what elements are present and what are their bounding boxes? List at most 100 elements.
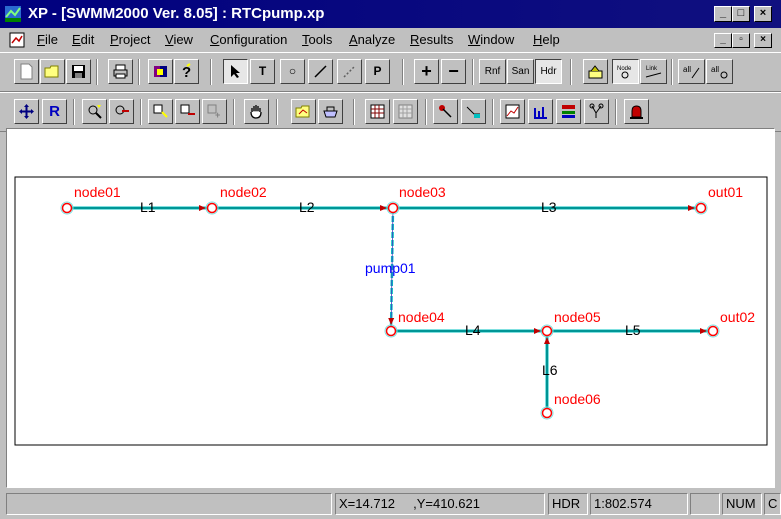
minimize-button[interactable]: _ bbox=[714, 6, 732, 22]
help-button[interactable]: ? bbox=[174, 59, 199, 84]
save-disk-icon bbox=[72, 65, 85, 78]
menu-view[interactable]: View bbox=[165, 32, 193, 47]
node-mode-button[interactable]: Node bbox=[612, 59, 639, 84]
link-label-l5: L5 bbox=[625, 322, 641, 338]
tree-button[interactable] bbox=[584, 99, 609, 124]
select-tool-button[interactable] bbox=[223, 59, 248, 84]
delete-node-button[interactable] bbox=[175, 99, 200, 124]
all-links-button[interactable]: all bbox=[678, 59, 705, 84]
zoom-in-button[interactable]: + bbox=[414, 59, 439, 84]
dashed-line-tool-button[interactable] bbox=[337, 59, 362, 84]
add-node-icon bbox=[153, 104, 168, 118]
tub-button[interactable] bbox=[318, 99, 343, 124]
all-nodes-button[interactable]: all bbox=[706, 59, 733, 84]
status-num: NUM bbox=[722, 493, 762, 515]
link-mode-button[interactable]: Link bbox=[640, 59, 667, 84]
node-node03[interactable] bbox=[387, 202, 399, 214]
network-canvas[interactable]: L1 L2 L3 pump01 L4 L5 L6 node01 node02 node03 out0… bbox=[7, 129, 774, 487]
open-button[interactable] bbox=[40, 59, 65, 84]
flow-arrow-icon bbox=[700, 328, 707, 334]
network-workspace[interactable]: L1 L2 L3 pump01 L4 L5 L6 node01 node02 node03 out0… bbox=[6, 128, 775, 488]
new-button[interactable] bbox=[14, 59, 39, 84]
flow-arrow-icon bbox=[544, 337, 550, 344]
svg-text:Node: Node bbox=[617, 66, 632, 72]
menu-configuration[interactable]: Configuration bbox=[210, 32, 287, 47]
san-mode-button[interactable]: San bbox=[507, 59, 534, 84]
disabled-node-button[interactable]: + bbox=[202, 99, 227, 124]
node-out02[interactable] bbox=[707, 325, 719, 337]
window-title: XP - [SWMM2000 Ver. 8.05] : RTCpump.xp bbox=[28, 5, 325, 22]
maximize-button[interactable]: □ bbox=[732, 6, 750, 22]
node-label-node06: node06 bbox=[554, 391, 601, 407]
rnf-mode-button[interactable]: Rnf bbox=[479, 59, 506, 84]
xp-app-icon bbox=[5, 6, 21, 22]
title-bar[interactable]: XP - [SWMM2000 Ver. 8.05] : RTCpump.xp _… bbox=[0, 0, 781, 28]
line-tool-button[interactable] bbox=[308, 59, 333, 84]
hand-button[interactable] bbox=[244, 99, 269, 124]
zoom-out-button[interactable]: − bbox=[441, 59, 466, 84]
redraw-button[interactable]: R bbox=[42, 99, 67, 124]
text-tool-button[interactable]: T bbox=[250, 59, 275, 84]
zoom-previous-button[interactable] bbox=[109, 99, 134, 124]
layers-button[interactable] bbox=[583, 59, 608, 84]
pan-button[interactable] bbox=[14, 99, 39, 124]
pointer-icon bbox=[439, 105, 452, 118]
menu-project[interactable]: Project bbox=[110, 32, 150, 47]
alarm-button[interactable] bbox=[624, 99, 649, 124]
add-node-button[interactable] bbox=[148, 99, 173, 124]
hydrograph-icon bbox=[534, 107, 547, 119]
status-x: X=14.712 bbox=[339, 496, 396, 511]
save-button[interactable] bbox=[66, 59, 91, 84]
open-graph-icon bbox=[295, 105, 310, 118]
book-button[interactable] bbox=[148, 59, 173, 84]
network-button[interactable] bbox=[556, 99, 581, 124]
document-icon[interactable] bbox=[8, 31, 26, 49]
node-node02[interactable] bbox=[206, 202, 218, 214]
mdi-minimize-button[interactable]: _ bbox=[714, 33, 732, 48]
status-y: ,Y=410.621 bbox=[413, 496, 480, 511]
open-graph-button[interactable] bbox=[291, 99, 316, 124]
dashed-line-icon bbox=[343, 65, 356, 78]
menu-tools[interactable]: Tools bbox=[302, 32, 332, 47]
chart-icon bbox=[505, 104, 520, 119]
hdr-mode-button[interactable]: Hdr bbox=[535, 59, 562, 84]
menu-edit[interactable]: Edit bbox=[72, 32, 94, 47]
print-button[interactable] bbox=[108, 59, 133, 84]
grid-disabled-button[interactable] bbox=[393, 99, 418, 124]
grid-button[interactable] bbox=[365, 99, 390, 124]
node-node05[interactable] bbox=[541, 325, 553, 337]
menu-results[interactable]: Results bbox=[410, 32, 453, 47]
node-label-node04: node04 bbox=[398, 309, 445, 325]
menu-window[interactable]: Window bbox=[468, 32, 514, 47]
layers-icon bbox=[588, 65, 603, 79]
profile-button[interactable] bbox=[461, 99, 486, 124]
toolbar-network: R + bbox=[0, 92, 781, 132]
menu-help[interactable]: Help bbox=[533, 32, 560, 47]
link-label-l6: L6 bbox=[542, 362, 558, 378]
pointer-button[interactable] bbox=[433, 99, 458, 124]
status-blank bbox=[690, 493, 720, 515]
delete-node-icon bbox=[180, 104, 195, 115]
menu-analyze[interactable]: Analyze bbox=[349, 32, 395, 47]
chart-button[interactable] bbox=[500, 99, 525, 124]
tree-icon bbox=[589, 103, 604, 118]
node-node01[interactable] bbox=[61, 202, 73, 214]
arrow-cursor-icon bbox=[231, 65, 240, 78]
hand-icon bbox=[250, 105, 262, 119]
node-node06[interactable] bbox=[541, 407, 553, 419]
node-out01[interactable] bbox=[695, 202, 707, 214]
application-window: XP - [SWMM2000 Ver. 8.05] : RTCpump.xp _… bbox=[0, 0, 781, 519]
p-tool-button[interactable]: P bbox=[365, 59, 390, 84]
mdi-close-button[interactable]: × bbox=[754, 33, 772, 48]
node-node04[interactable] bbox=[385, 325, 397, 337]
link-icon: Link bbox=[645, 66, 662, 78]
network-icon bbox=[562, 105, 575, 118]
mdi-restore-button[interactable]: ▫ bbox=[732, 33, 750, 48]
zoom-window-button[interactable] bbox=[82, 99, 107, 124]
open-folder-icon bbox=[44, 65, 59, 78]
menu-file[interactable]: File bbox=[37, 32, 58, 47]
close-button[interactable]: × bbox=[754, 6, 772, 22]
hydrograph-button[interactable] bbox=[528, 99, 553, 124]
circle-tool-button[interactable]: ○ bbox=[280, 59, 305, 84]
status-scale: 1:802.574 bbox=[590, 493, 688, 515]
